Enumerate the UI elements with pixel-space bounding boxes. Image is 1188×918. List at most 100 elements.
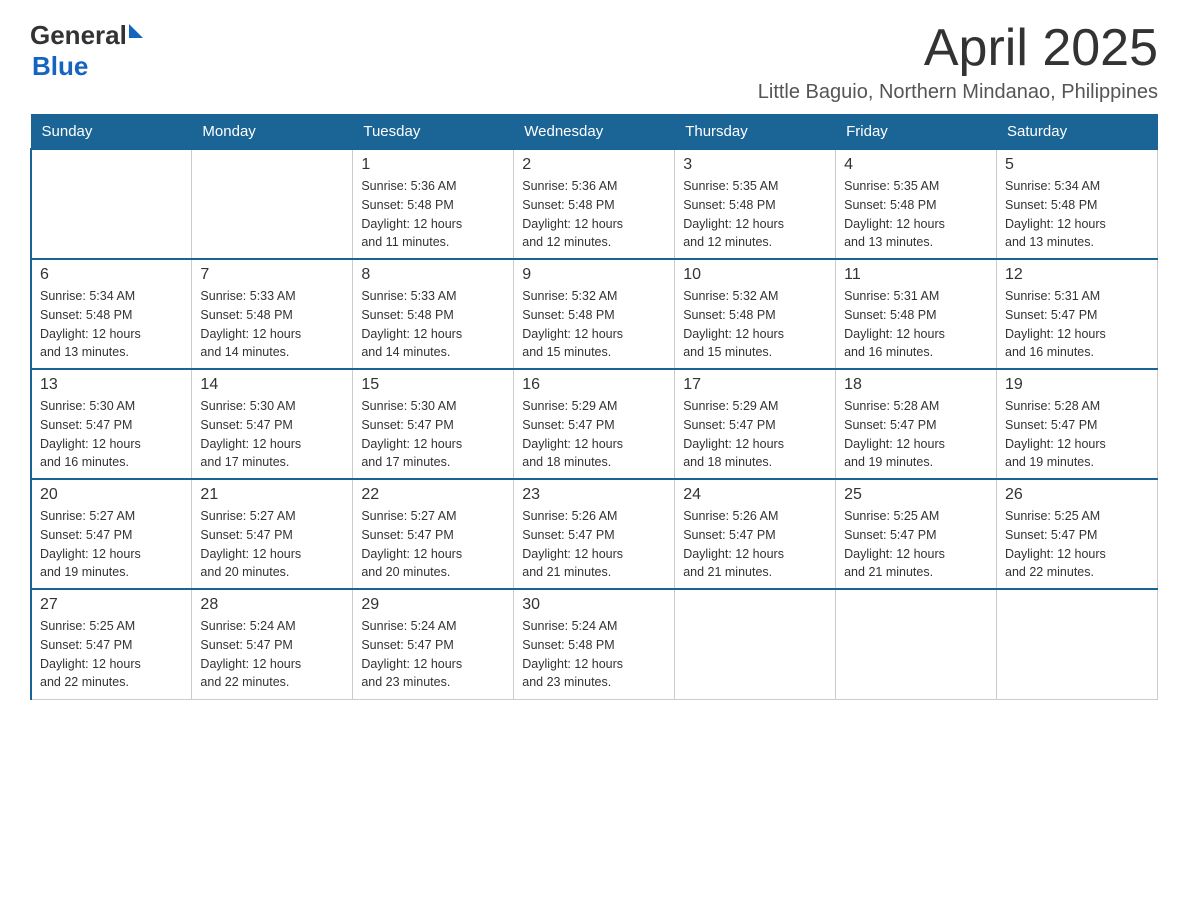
calendar-cell: 6 Sunrise: 5:34 AMSunset: 5:48 PMDaylight… — [31, 259, 192, 369]
day-info: Sunrise: 5:32 AMSunset: 5:48 PMDaylight:… — [522, 287, 666, 362]
calendar-week-1: 1 Sunrise: 5:36 AMSunset: 5:48 PMDaylight… — [31, 149, 1158, 259]
day-info: Sunrise: 5:35 AMSunset: 5:48 PMDaylight:… — [683, 177, 827, 252]
day-number: 22 — [361, 486, 505, 504]
day-number: 13 — [40, 376, 183, 394]
day-info: Sunrise: 5:26 AMSunset: 5:47 PMDaylight:… — [683, 507, 827, 582]
calendar-cell: 2 Sunrise: 5:36 AMSunset: 5:48 PMDaylight… — [514, 149, 675, 259]
day-number: 24 — [683, 486, 827, 504]
column-header-thursday: Thursday — [675, 115, 836, 150]
day-info: Sunrise: 5:26 AMSunset: 5:47 PMDaylight:… — [522, 507, 666, 582]
day-number: 8 — [361, 266, 505, 284]
day-number: 9 — [522, 266, 666, 284]
day-info: Sunrise: 5:25 AMSunset: 5:47 PMDaylight:… — [1005, 507, 1149, 582]
header-row: SundayMondayTuesdayWednesdayThursdayFrid… — [31, 115, 1158, 150]
calendar-cell: 15Sunrise: 5:30 AMSunset: 5:47 PMDayligh… — [353, 369, 514, 479]
logo-general: General — [30, 20, 127, 51]
day-info: Sunrise: 5:27 AMSunset: 5:47 PMDaylight:… — [40, 507, 183, 582]
day-number: 15 — [361, 376, 505, 394]
calendar-cell: 4 Sunrise: 5:35 AMSunset: 5:48 PMDaylight… — [836, 149, 997, 259]
day-number: 27 — [40, 596, 183, 614]
day-number: 12 — [1005, 266, 1149, 284]
calendar-cell — [675, 589, 836, 699]
day-number: 10 — [683, 266, 827, 284]
day-info: Sunrise: 5:24 AMSunset: 5:47 PMDaylight:… — [361, 617, 505, 692]
day-info: Sunrise: 5:33 AMSunset: 5:48 PMDaylight:… — [200, 287, 344, 362]
day-info: Sunrise: 5:31 AMSunset: 5:48 PMDaylight:… — [844, 287, 988, 362]
column-header-friday: Friday — [836, 115, 997, 150]
calendar-cell: 19 Sunrise: 5:28 AMSunset: 5:47 PMDayligh… — [997, 369, 1158, 479]
day-info: Sunrise: 5:27 AMSunset: 5:47 PMDaylight:… — [200, 507, 344, 582]
calendar-cell: 3 Sunrise: 5:35 AMSunset: 5:48 PMDaylight… — [675, 149, 836, 259]
calendar-cell: 8Sunrise: 5:33 AMSunset: 5:48 PMDaylight… — [353, 259, 514, 369]
day-info: Sunrise: 5:25 AMSunset: 5:47 PMDaylight:… — [844, 507, 988, 582]
calendar-cell: 29Sunrise: 5:24 AMSunset: 5:47 PMDayligh… — [353, 589, 514, 699]
day-info: Sunrise: 5:27 AMSunset: 5:47 PMDaylight:… — [361, 507, 505, 582]
day-info: Sunrise: 5:25 AMSunset: 5:47 PMDaylight:… — [40, 617, 183, 692]
calendar-week-5: 27 Sunrise: 5:25 AMSunset: 5:47 PMDayligh… — [31, 589, 1158, 699]
day-number: 1 — [361, 156, 505, 174]
day-number: 18 — [844, 376, 988, 394]
day-number: 20 — [40, 486, 183, 504]
calendar-cell — [836, 589, 997, 699]
calendar-cell: 7Sunrise: 5:33 AMSunset: 5:48 PMDaylight… — [192, 259, 353, 369]
day-info: Sunrise: 5:31 AMSunset: 5:47 PMDaylight:… — [1005, 287, 1149, 362]
day-number: 3 — [683, 156, 827, 174]
calendar-cell: 28 Sunrise: 5:24 AMSunset: 5:47 PMDayligh… — [192, 589, 353, 699]
calendar-cell: 11 Sunrise: 5:31 AMSunset: 5:48 PMDayligh… — [836, 259, 997, 369]
calendar-week-2: 6 Sunrise: 5:34 AMSunset: 5:48 PMDaylight… — [31, 259, 1158, 369]
day-info: Sunrise: 5:29 AMSunset: 5:47 PMDaylight:… — [683, 397, 827, 472]
day-info: Sunrise: 5:29 AMSunset: 5:47 PMDaylight:… — [522, 397, 666, 472]
column-header-monday: Monday — [192, 115, 353, 150]
day-info: Sunrise: 5:36 AMSunset: 5:48 PMDaylight:… — [361, 177, 505, 252]
day-number: 26 — [1005, 486, 1149, 504]
calendar-cell — [192, 149, 353, 259]
calendar-cell: 5 Sunrise: 5:34 AMSunset: 5:48 PMDaylight… — [997, 149, 1158, 259]
day-number: 11 — [844, 266, 988, 284]
calendar-cell: 25 Sunrise: 5:25 AMSunset: 5:47 PMDayligh… — [836, 479, 997, 589]
logo-triangle-icon — [129, 24, 143, 38]
calendar-cell: 26 Sunrise: 5:25 AMSunset: 5:47 PMDayligh… — [997, 479, 1158, 589]
day-number: 14 — [200, 376, 344, 394]
page-header: General Blue April 2025 Little Baguio, N… — [30, 20, 1158, 104]
day-info: Sunrise: 5:34 AMSunset: 5:48 PMDaylight:… — [40, 287, 183, 362]
logo-blue: Blue — [32, 51, 88, 82]
day-number: 6 — [40, 266, 183, 284]
calendar-header: SundayMondayTuesdayWednesdayThursdayFrid… — [31, 115, 1158, 150]
day-info: Sunrise: 5:32 AMSunset: 5:48 PMDaylight:… — [683, 287, 827, 362]
column-header-wednesday: Wednesday — [514, 115, 675, 150]
day-info: Sunrise: 5:30 AMSunset: 5:47 PMDaylight:… — [40, 397, 183, 472]
title-block: April 2025 Little Baguio, Northern Minda… — [758, 20, 1158, 104]
calendar-cell: 27 Sunrise: 5:25 AMSunset: 5:47 PMDayligh… — [31, 589, 192, 699]
day-number: 25 — [844, 486, 988, 504]
calendar-cell: 16Sunrise: 5:29 AMSunset: 5:47 PMDayligh… — [514, 369, 675, 479]
calendar-cell: 20 Sunrise: 5:27 AMSunset: 5:47 PMDayligh… — [31, 479, 192, 589]
calendar-cell: 17Sunrise: 5:29 AMSunset: 5:47 PMDayligh… — [675, 369, 836, 479]
calendar-cell: 24 Sunrise: 5:26 AMSunset: 5:47 PMDayligh… — [675, 479, 836, 589]
day-number: 2 — [522, 156, 666, 174]
calendar-cell: 1 Sunrise: 5:36 AMSunset: 5:48 PMDaylight… — [353, 149, 514, 259]
day-number: 28 — [200, 596, 344, 614]
calendar-cell: 13 Sunrise: 5:30 AMSunset: 5:47 PMDayligh… — [31, 369, 192, 479]
day-info: Sunrise: 5:34 AMSunset: 5:48 PMDaylight:… — [1005, 177, 1149, 252]
calendar-cell: 23 Sunrise: 5:26 AMSunset: 5:47 PMDayligh… — [514, 479, 675, 589]
logo: General Blue — [30, 20, 143, 82]
calendar-week-4: 20 Sunrise: 5:27 AMSunset: 5:47 PMDayligh… — [31, 479, 1158, 589]
day-info: Sunrise: 5:24 AMSunset: 5:47 PMDaylight:… — [200, 617, 344, 692]
column-header-sunday: Sunday — [31, 115, 192, 150]
main-title: April 2025 — [758, 20, 1158, 77]
day-info: Sunrise: 5:28 AMSunset: 5:47 PMDaylight:… — [1005, 397, 1149, 472]
day-number: 19 — [1005, 376, 1149, 394]
day-number: 30 — [522, 596, 666, 614]
calendar-cell: 12 Sunrise: 5:31 AMSunset: 5:47 PMDayligh… — [997, 259, 1158, 369]
calendar-cell: 14Sunrise: 5:30 AMSunset: 5:47 PMDayligh… — [192, 369, 353, 479]
day-info: Sunrise: 5:35 AMSunset: 5:48 PMDaylight:… — [844, 177, 988, 252]
calendar-cell: 30 Sunrise: 5:24 AMSunset: 5:48 PMDayligh… — [514, 589, 675, 699]
day-info: Sunrise: 5:24 AMSunset: 5:48 PMDaylight:… — [522, 617, 666, 692]
day-number: 5 — [1005, 156, 1149, 174]
day-number: 23 — [522, 486, 666, 504]
day-info: Sunrise: 5:36 AMSunset: 5:48 PMDaylight:… — [522, 177, 666, 252]
column-header-tuesday: Tuesday — [353, 115, 514, 150]
subtitle: Little Baguio, Northern Mindanao, Philip… — [758, 81, 1158, 104]
calendar-cell: 10 Sunrise: 5:32 AMSunset: 5:48 PMDayligh… — [675, 259, 836, 369]
day-number: 4 — [844, 156, 988, 174]
